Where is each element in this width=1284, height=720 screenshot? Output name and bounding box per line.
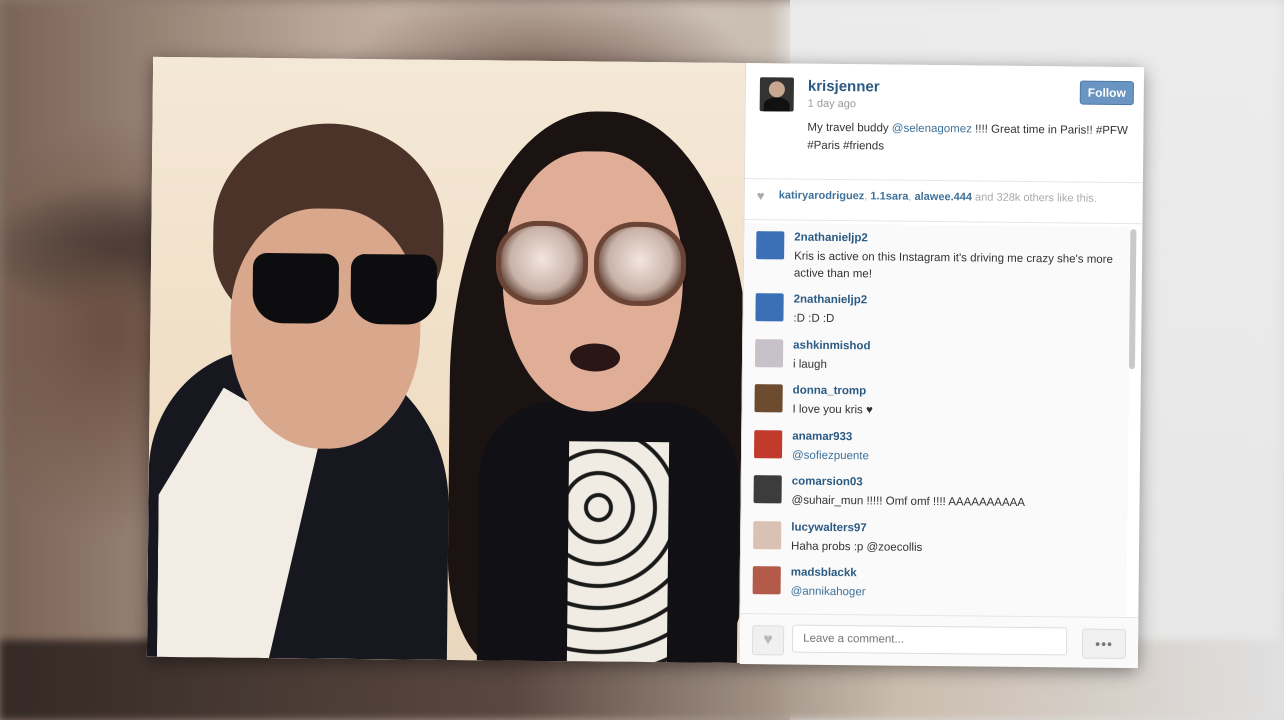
comment-text: @suhair_mun !!!!! Omf omf !!!! AAAAAAAAA… xyxy=(791,494,1026,509)
comment-item: 2nathanieljp2 :D :D :D xyxy=(743,285,1129,335)
post-header: krisjenner 1 day ago Follow My travel bu… xyxy=(744,63,1145,184)
comment-item: anamar933 @sofiezpuente xyxy=(742,422,1128,472)
comment-item: 2nathanieljp2 Kris is active on this Inst… xyxy=(744,223,1131,289)
comment-item: comarsion03 @suhair_mun !!!!! Omf omf !!!… xyxy=(741,467,1127,517)
post-caption: My travel buddy @selenagomez !!!! Great … xyxy=(807,119,1132,158)
comment-avatar[interactable] xyxy=(754,429,783,458)
comment-text: @annikahoger xyxy=(790,585,866,599)
post-time: 1 day ago xyxy=(807,97,857,111)
more-options-button[interactable]: ••• xyxy=(1081,628,1127,660)
like-button[interactable]: ♥ xyxy=(751,625,785,656)
comment-username[interactable]: 2nathanieljp2 xyxy=(794,232,868,245)
like-user-1[interactable]: katiryarodriguez xyxy=(779,189,865,202)
comment-text: Kris is active on this Instagram it's dr… xyxy=(793,250,1113,281)
likes-bar: ♥ katiryarodriguez, 1.1sara, alawee.444 … xyxy=(744,179,1143,225)
post-photo[interactable] xyxy=(146,56,746,663)
comment-avatar[interactable] xyxy=(754,384,783,413)
comment-username[interactable]: anamar933 xyxy=(792,430,852,443)
comment-avatar[interactable] xyxy=(753,520,782,549)
heart-icon: ♥ xyxy=(756,188,765,204)
comment-username[interactable]: madsblackk xyxy=(791,567,857,580)
comment-text: Haha probs :p @zoecollis xyxy=(791,540,923,554)
comments-list[interactable]: 2nathanieljp2 Kris is active on this Inst… xyxy=(740,223,1131,618)
comment-item: ashkinmishod i laugh xyxy=(743,331,1129,381)
comment-username[interactable]: donna_tromp xyxy=(793,385,867,398)
photo-person2-mouth xyxy=(569,343,621,372)
comment-username[interactable]: 2nathanieljp2 xyxy=(794,294,868,307)
comment-avatar[interactable] xyxy=(756,231,785,260)
comment-text: :D :D :D xyxy=(793,312,835,325)
comment-item: madsblackk @annikahoger xyxy=(740,558,1126,608)
comment-avatar[interactable] xyxy=(752,566,781,595)
post-username[interactable]: krisjenner xyxy=(808,78,880,96)
caption-mention[interactable]: @selenagomez xyxy=(892,123,972,136)
comment-username[interactable]: comarsion03 xyxy=(792,476,863,489)
like-user-2[interactable]: 1.1sara xyxy=(870,190,908,202)
photo-person2-shirt xyxy=(566,441,670,663)
comment-avatar[interactable] xyxy=(755,293,784,322)
comment-username[interactable]: ashkinmishod xyxy=(793,339,870,352)
comment-username[interactable]: lucywalters97 xyxy=(791,521,867,534)
likes-rest: and 328k others like this. xyxy=(971,191,1097,205)
post-side-panel: krisjenner 1 day ago Follow My travel bu… xyxy=(738,63,1145,669)
avatar[interactable] xyxy=(759,77,794,112)
comment-footer: ♥ ••• xyxy=(739,613,1139,669)
comment-item: donna_tromp I love you kris ♥ xyxy=(742,376,1128,426)
heart-icon: ♥ xyxy=(763,631,773,649)
like-user-3[interactable]: alawee.444 xyxy=(914,191,972,204)
comment-input[interactable] xyxy=(791,624,1068,656)
instagram-post-card: krisjenner 1 day ago Follow My travel bu… xyxy=(146,56,1145,669)
caption-text: My travel buddy xyxy=(807,121,892,135)
comment-text: I love you kris ♥ xyxy=(792,403,873,417)
comment-item: lucywalters97 Haha probs :p @zoecollis xyxy=(741,513,1127,563)
comment-text: @sofiezpuente xyxy=(791,449,869,462)
photo-person2-sunglasses xyxy=(495,220,687,312)
comment-avatar[interactable] xyxy=(753,475,782,504)
photo-person1-sunglasses xyxy=(252,252,443,333)
likes-text: katiryarodriguez, 1.1sara, alawee.444 an… xyxy=(778,189,1097,205)
comment-avatar[interactable] xyxy=(754,338,784,367)
follow-button[interactable]: Follow xyxy=(1079,80,1134,106)
comments-scrollbar[interactable] xyxy=(1128,229,1137,370)
comment-text: i laugh xyxy=(792,358,827,371)
